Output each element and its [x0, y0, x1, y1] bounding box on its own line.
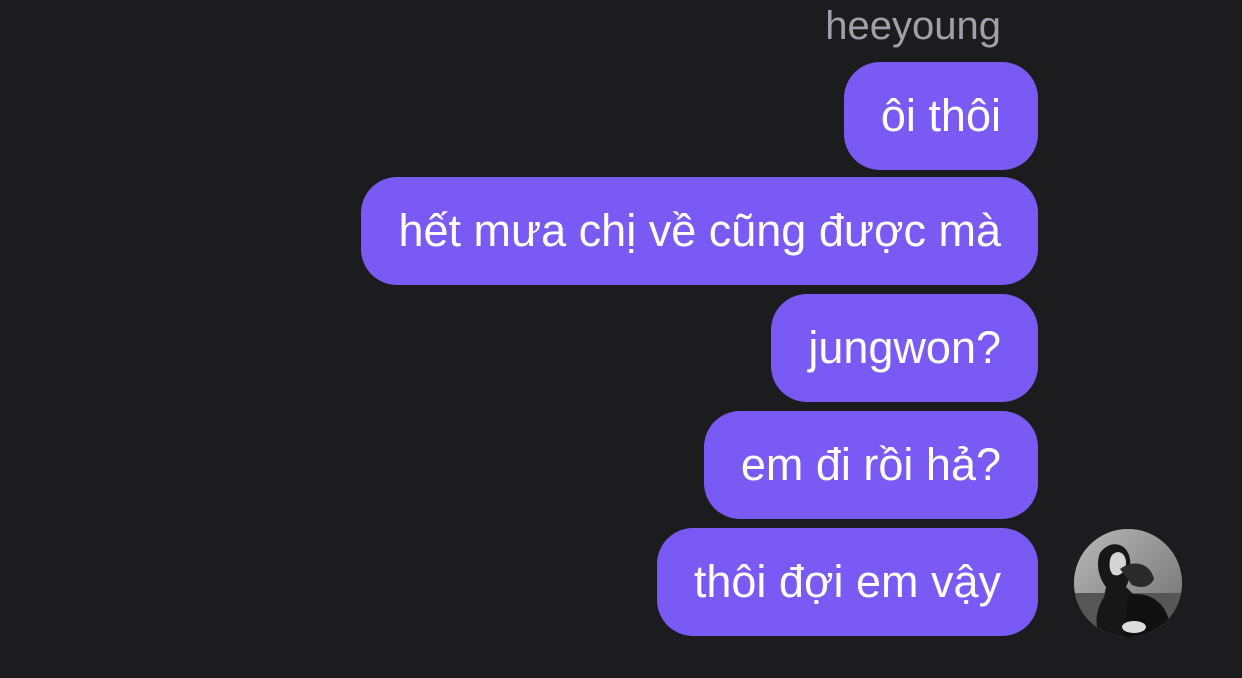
message-bubble[interactable]: thôi đợi em vậy	[656, 528, 1038, 636]
message-bubble[interactable]: jungwon?	[771, 294, 1038, 402]
user-photo-avatar-icon	[1074, 529, 1182, 637]
sender-name: heeyoung	[825, 4, 1001, 48]
message-bubble[interactable]: ôi thôi	[843, 62, 1038, 170]
message-bubble[interactable]: hết mưa chị về cũng được mà	[361, 177, 1038, 285]
message-bubble[interactable]: em đi rồi hả?	[703, 411, 1038, 519]
chat-thread: heeyoung ôi thôi hết mưa chị về cũng đượ…	[0, 0, 1242, 678]
sender-avatar[interactable]	[1074, 529, 1182, 637]
